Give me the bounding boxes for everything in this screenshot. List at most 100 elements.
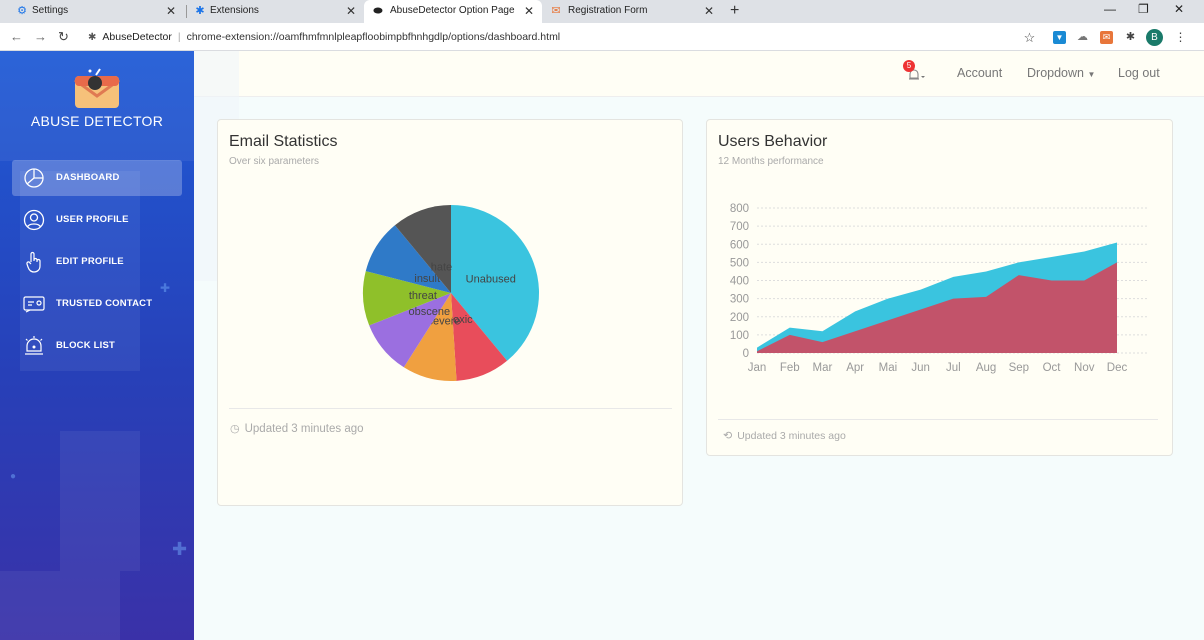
x-tick-label: Dec <box>1107 362 1128 374</box>
tab-settings[interactable]: ⚙ Settings ✕ <box>0 0 184 23</box>
x-tick-label: Sep <box>1009 362 1029 374</box>
sidebar-item-label: TRUSTED CONTACT <box>56 298 153 309</box>
footer-text: Updated 3 minutes ago <box>244 422 364 435</box>
sidebar-item-edit-profile[interactable]: EDIT PROFILE <box>12 244 182 280</box>
y-tick-label: 200 <box>730 312 749 324</box>
card-divider <box>229 408 672 409</box>
sidebar: ✚ ● ✚ ABUSE DETECTOR DASHBOARD USER PROF… <box>0 51 194 640</box>
x-tick-label: Aug <box>976 362 996 374</box>
puzzle-icon: ✱ <box>195 5 205 17</box>
x-tick-label: Oct <box>1043 362 1062 374</box>
tab-label: AbuseDetector Option Page <box>390 5 515 16</box>
users-behavior-card: Users Behavior 12 Months performance 0 10… <box>706 119 1173 456</box>
minimize-icon[interactable]: — <box>1104 2 1116 16</box>
card-title: Email Statistics <box>229 133 338 150</box>
close-icon[interactable]: ✕ <box>704 4 714 18</box>
sidebar-item-label: USER PROFILE <box>56 214 129 225</box>
tab-label: Registration Form <box>568 5 648 16</box>
pie-label: threat <box>409 290 437 302</box>
pie-label: obscene <box>409 306 451 318</box>
close-icon[interactable]: ✕ <box>166 4 176 18</box>
close-icon[interactable]: ✕ <box>524 4 534 18</box>
star-icon[interactable]: ☆ <box>1023 31 1036 44</box>
x-tick-label: Jun <box>911 362 930 374</box>
extension-icon: ⬬ <box>373 5 383 17</box>
dropdown-label: Dropdown <box>1027 66 1084 80</box>
sidebar-item-label: EDIT PROFILE <box>56 256 124 267</box>
tab-separator <box>186 5 187 18</box>
decorative-pattern <box>60 431 140 571</box>
decorative-plus: ● <box>10 471 17 482</box>
pie-label: hate <box>431 262 452 274</box>
tab-extensions[interactable]: ✱ Extensions ✕ <box>188 0 364 23</box>
url-text[interactable]: chrome-extension://oamfhmfmnlpleapfloobi… <box>187 31 561 43</box>
y-tick-label: 100 <box>730 330 749 342</box>
profile-avatar[interactable]: B <box>1146 29 1163 46</box>
notification-badge: 5 <box>903 60 915 72</box>
y-tick-label: 800 <box>730 203 749 215</box>
x-tick-label: Mai <box>879 362 898 374</box>
y-tick-label: 600 <box>730 239 749 251</box>
email-pie-chart: Unabusedtoxicsevereobscenethreatinsultha… <box>363 205 539 381</box>
extension-blue-icon[interactable]: ▼ <box>1053 31 1066 44</box>
tab-label: Extensions <box>210 5 259 16</box>
back-arrow-icon[interactable]: ← <box>10 29 23 44</box>
alarm-bell-icon <box>25 336 43 355</box>
footer-text: Updated 3 minutes ago <box>737 429 846 442</box>
sidebar-item-user-profile[interactable]: USER PROFILE <box>12 202 182 238</box>
y-tick-label: 400 <box>730 276 749 288</box>
card-subtitle: Over six parameters <box>229 156 320 167</box>
omnibox[interactable]: ✱ AbuseDetector | chrome-extension://oam… <box>88 28 560 46</box>
user-icon <box>23 209 45 231</box>
x-tick-label: Apr <box>846 362 864 374</box>
logout-link[interactable]: Log out <box>1118 66 1160 80</box>
y-tick-label: 300 <box>730 294 749 306</box>
x-tick-label: Mar <box>813 362 833 374</box>
x-tick-label: Feb <box>780 362 800 374</box>
tab-label: Settings <box>32 5 69 16</box>
restore-icon[interactable]: ❐ <box>1138 2 1149 16</box>
forward-arrow-icon[interactable]: → <box>34 29 47 44</box>
abuse-detector-logo <box>74 68 120 108</box>
card-title: Users Behavior <box>718 133 828 150</box>
dropdown-menu[interactable]: Dropdown ▼ <box>1027 66 1095 80</box>
reload-icon[interactable]: ↻ <box>58 29 69 45</box>
account-link[interactable]: Account <box>957 66 1002 80</box>
users-area-chart: 0 100 200 300 400 500 600 700 800 Jan Feb Mar Apr Mai… <box>730 203 1149 374</box>
browser-tab-bar: ⚙ Settings ✕ ✱ Extensions ✕ ⬬ AbuseDetec… <box>0 0 1204 23</box>
close-window-icon[interactable]: ✕ <box>1174 2 1184 16</box>
sidebar-item-dashboard[interactable]: DASHBOARD <box>12 160 182 196</box>
puzzle-icon: ✱ <box>88 31 97 43</box>
tab-abusedetector-options[interactable]: ⬬ AbuseDetector Option Page ✕ <box>364 0 542 23</box>
extensions-puzzle-icon[interactable]: ✱ <box>1124 31 1137 44</box>
y-tick-label: 0 <box>743 348 749 360</box>
card-footer: ⟲ Updated 3 minutes ago <box>723 429 846 443</box>
address-bar: ← → ↻ ✱ AbuseDetector | chrome-extension… <box>0 23 1204 51</box>
history-icon: ⟲ <box>723 430 733 442</box>
hand-pointer-icon <box>26 251 41 273</box>
card-footer: ◷ Updated 3 minutes ago <box>230 422 364 436</box>
card-divider <box>718 419 1158 420</box>
site-name: AbuseDetector <box>102 31 172 43</box>
pie-label: Unabused <box>466 274 516 286</box>
decorative-plus: ✚ <box>172 539 188 559</box>
mail-icon: ✉ <box>551 5 561 17</box>
contact-card-icon <box>23 296 45 313</box>
omnibox-divider: | <box>177 31 181 43</box>
sidebar-item-trusted-contact[interactable]: TRUSTED CONTACT <box>12 286 182 322</box>
close-icon[interactable]: ✕ <box>346 4 356 18</box>
tab-registration-form[interactable]: ✉ Registration Form ✕ <box>544 0 722 23</box>
new-tab-button[interactable]: + <box>730 2 739 20</box>
sidebar-item-block-list[interactable]: BLOCK LIST <box>12 328 182 364</box>
x-tick-label: Nov <box>1074 362 1095 374</box>
cloud-icon[interactable]: ☁ <box>1076 31 1089 44</box>
caret-down-icon: ▼ <box>1087 70 1096 79</box>
email-statistics-card: Email Statistics Over six parameters Una… <box>217 119 683 506</box>
y-tick-label: 700 <box>730 221 749 233</box>
card-subtitle: 12 Months performance <box>718 156 824 167</box>
x-tick-label: Jan <box>748 362 767 374</box>
mail-extension-icon[interactable]: ✉ <box>1100 31 1113 44</box>
decorative-pattern <box>0 571 120 640</box>
sidebar-item-label: BLOCK LIST <box>56 340 115 351</box>
menu-dots-icon[interactable]: ⋮ <box>1174 31 1187 44</box>
